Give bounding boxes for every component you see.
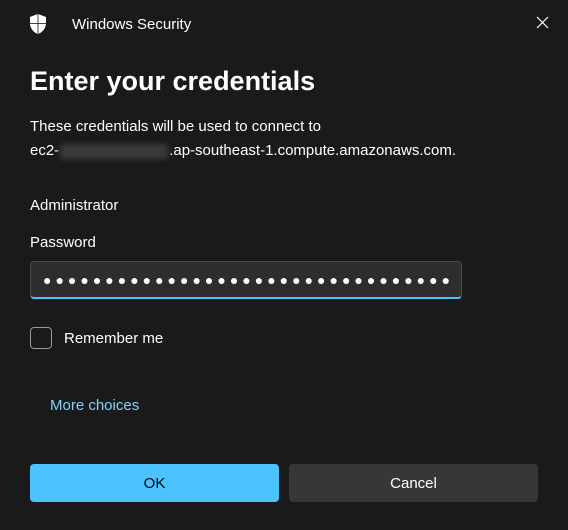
shield-icon	[28, 14, 48, 34]
host-suffix: .ap-southeast-1.compute.amazonaws.com.	[169, 142, 456, 159]
password-label: Password	[30, 234, 538, 251]
redacted-host	[60, 144, 168, 159]
remember-me-label: Remember me	[64, 330, 163, 347]
password-input[interactable]	[30, 261, 462, 299]
cancel-button[interactable]: Cancel	[289, 464, 538, 502]
remember-me-checkbox[interactable]	[30, 327, 52, 349]
windows-security-dialog: Windows Security Enter your credentials …	[0, 0, 568, 530]
page-title: Enter your credentials	[30, 66, 538, 97]
remember-me-row: Remember me	[30, 327, 538, 349]
dialog-content: Enter your credentials These credentials…	[0, 44, 568, 464]
titlebar: Windows Security	[0, 0, 568, 44]
more-choices-link[interactable]: More choices	[50, 397, 538, 414]
button-row: OK Cancel	[0, 464, 568, 530]
username-label: Administrator	[30, 197, 538, 214]
close-icon	[536, 16, 549, 29]
close-button[interactable]	[530, 10, 554, 34]
host-prefix: ec2-	[30, 142, 59, 159]
description-line1: These credentials will be used to connec…	[30, 118, 321, 135]
description: These credentials will be used to connec…	[30, 115, 538, 163]
titlebar-text: Windows Security	[72, 16, 191, 33]
ok-button[interactable]: OK	[30, 464, 279, 502]
